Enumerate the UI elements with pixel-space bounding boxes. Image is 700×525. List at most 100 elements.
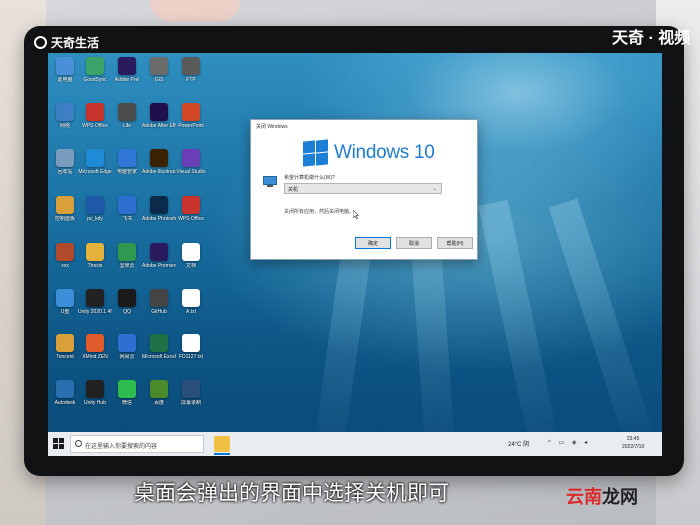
desktop-icon-label: Unity 2020.1.4f1 [78,309,112,315]
desktop-icon[interactable]: Adobe Photoshop [142,196,176,222]
desktop-icon[interactable]: QQ [112,289,142,315]
search-icon [75,440,82,447]
desktop-icon[interactable]: WPS Office [80,103,110,129]
desktop-icon[interactable]: WPS Office [176,196,206,222]
wps-icon [182,196,200,214]
desktop-icon-label: Adobe Prel [114,77,140,83]
desktop-icon[interactable]: U盘 [50,289,80,315]
dialog-title: 关闭 Windows [256,124,288,130]
desktop-icon-label: xxx [61,263,69,269]
desktop-icon-label: Adobe Illustrator [142,169,176,175]
game-icon [56,243,74,261]
tools-icon [86,196,104,214]
desktop-icon[interactable]: GoodSync [80,57,110,83]
github-icon [150,289,168,307]
desktop-icon-label: XMind ZEN [82,354,108,360]
desktop-icon[interactable]: GIS [144,57,174,83]
desktop-icon[interactable]: 坚果云 [112,243,142,269]
desktop-icon-label: FD1127.txt [178,354,204,360]
desktop-icon[interactable]: Adobe Prel [112,57,142,83]
screen-icon [182,380,200,398]
desktop-icon[interactable]: 控制面板 [50,196,80,222]
question-label: 希望计算机做什么(W)? [284,175,335,181]
desktop-icon[interactable]: 回收站 [50,149,80,175]
background-object [150,0,240,22]
shutdown-option-select[interactable]: 关机 ⌄ [284,183,442,194]
recycle-bin-icon [56,149,74,167]
ae-icon [150,103,168,121]
desktop-icon[interactable]: A.txt [176,289,206,315]
desktop-icon[interactable]: Tencent [50,334,80,360]
desktop-icon[interactable]: PowerPoint [176,103,206,129]
system-tray-icons[interactable]: ^ ▭ ◈ ◂ [548,439,590,446]
mouse-cursor-icon [353,210,359,219]
help-button[interactable]: 帮助(H) [437,237,473,249]
search-placeholder: 在这里输入你要搜索的内容 [85,444,158,450]
desktop-icon[interactable]: FTP [176,57,206,83]
desktop-icon[interactable]: 屏幕录制 [176,380,206,406]
chevron-down-icon: ⌄ [432,186,437,192]
desktop-icon[interactable]: Visual Studio [176,149,206,175]
desktop-icon-label: 回收站 [57,169,73,175]
desktop-icon[interactable]: Life [112,103,142,129]
computer-icon [263,176,277,188]
qq-icon [118,289,136,307]
baidu-icon [150,380,168,398]
desktop-icon[interactable]: XMind ZEN [80,334,110,360]
desktop-icon[interactable]: 微信 [112,380,142,406]
desktop-icon-label: 电脑管家 [116,169,137,175]
desktop-icon-label: Adobe Premiere [142,263,176,269]
desktop-icon-label: Tencent [56,354,74,360]
xmind-icon [86,334,104,352]
desktop-icon-label: 文档 [185,263,196,269]
desktop-icon-label: Life [122,123,132,129]
desktop-icon-label: Visual Studio [176,169,206,175]
unity-icon [86,380,104,398]
document-icon [182,243,200,261]
desktop-icon[interactable]: 百度 [144,380,174,406]
desktop-icon[interactable]: Adobe After Effects [142,103,176,129]
desktop-icon[interactable]: 网络 [50,103,80,129]
desktop-icon-label: 此电脑 [57,77,73,83]
illustrator-icon [150,149,168,167]
desktop-icon[interactable]: Microsoft Excel [142,334,176,360]
desktop-icon[interactable]: 网易云 [112,334,142,360]
desktop-icon[interactable]: pc_kdy [80,196,110,222]
desktop-icon[interactable]: Thesis [80,243,110,269]
start-button[interactable] [53,438,65,450]
desktop-icon-label: GoodSync [83,77,107,83]
taskbar-clock[interactable]: 23:45 2022/7/10 [622,435,644,451]
desktop-icon[interactable]: 此电脑 [50,57,80,83]
taskbar-search-input[interactable]: 在这里输入你要搜索的内容 [70,435,204,453]
desktop-icon[interactable]: 文档 [176,243,206,269]
desktop-icon-label: 网络 [59,123,70,129]
ok-button[interactable]: 确定 [355,237,391,249]
desktop-icon-label: 微信 [121,400,132,406]
desktop-icon[interactable]: Unity Hub [80,380,110,406]
clock-time: 23:45 [626,436,640,442]
desktop-icon[interactable]: xxx [50,243,80,269]
desktop-icon[interactable]: Microsoft Edge [78,149,112,175]
brand-text: 天奇生活 [51,36,100,50]
sync-icon [86,57,104,75]
text-file-icon [182,289,200,307]
desktop-icon[interactable]: Autodesk [50,380,80,406]
desktop-icon[interactable]: GitHub [144,289,174,315]
selected-option: 关机 [288,187,299,193]
desktop-icon-label: PowerPoint [178,123,204,129]
file-explorer-taskbar-icon[interactable] [214,436,230,455]
life-icon [118,103,136,121]
clock-date: 2022/7/10 [622,444,645,450]
desktop-icon-label: 飞书 [121,216,132,222]
autodesk-icon [56,380,74,398]
desktop-icon[interactable]: Adobe Premiere [142,243,176,269]
desktop-icon[interactable]: 电脑管家 [112,149,142,175]
desktop-icon[interactable]: Adobe Illustrator [142,149,176,175]
desktop-icon[interactable]: Unity 2020.1.4f1 [78,289,112,315]
brand-ring-icon [34,36,47,49]
edge-icon [86,149,104,167]
desktop-icon[interactable]: FD1127.txt [176,334,206,360]
weather-widget[interactable]: 24°C 阴 [508,439,529,448]
desktop-icon[interactable]: 飞书 [112,196,142,222]
cancel-button[interactable]: 取消 [396,237,432,249]
